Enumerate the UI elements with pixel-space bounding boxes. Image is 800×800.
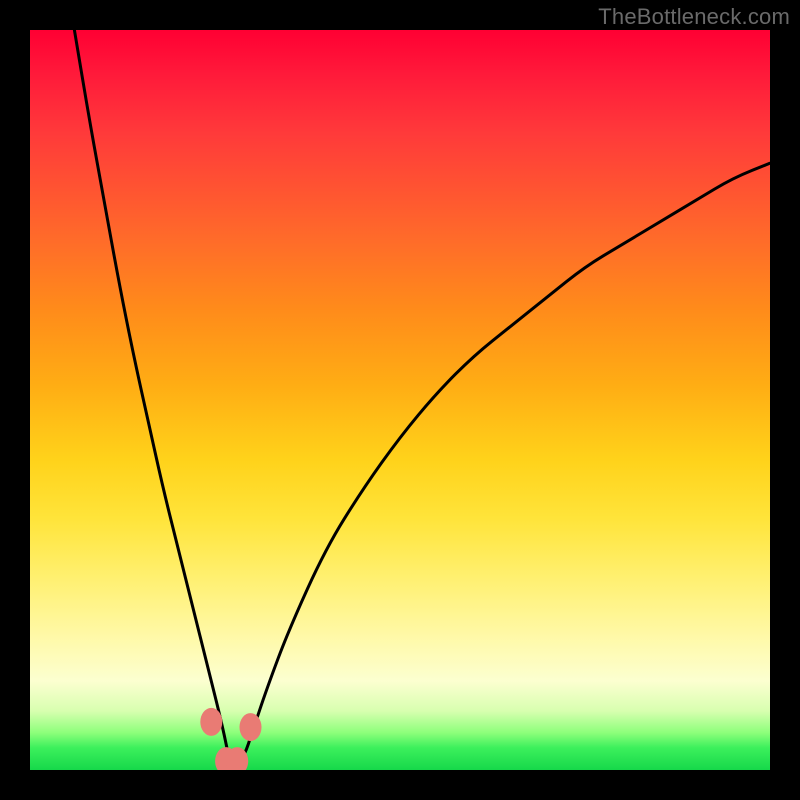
bottleneck-curve xyxy=(30,30,770,770)
data-marker xyxy=(240,713,262,741)
watermark-text: TheBottleneck.com xyxy=(598,4,790,30)
chart-frame: TheBottleneck.com xyxy=(0,0,800,800)
plot-area xyxy=(30,30,770,770)
data-marker xyxy=(200,708,222,736)
